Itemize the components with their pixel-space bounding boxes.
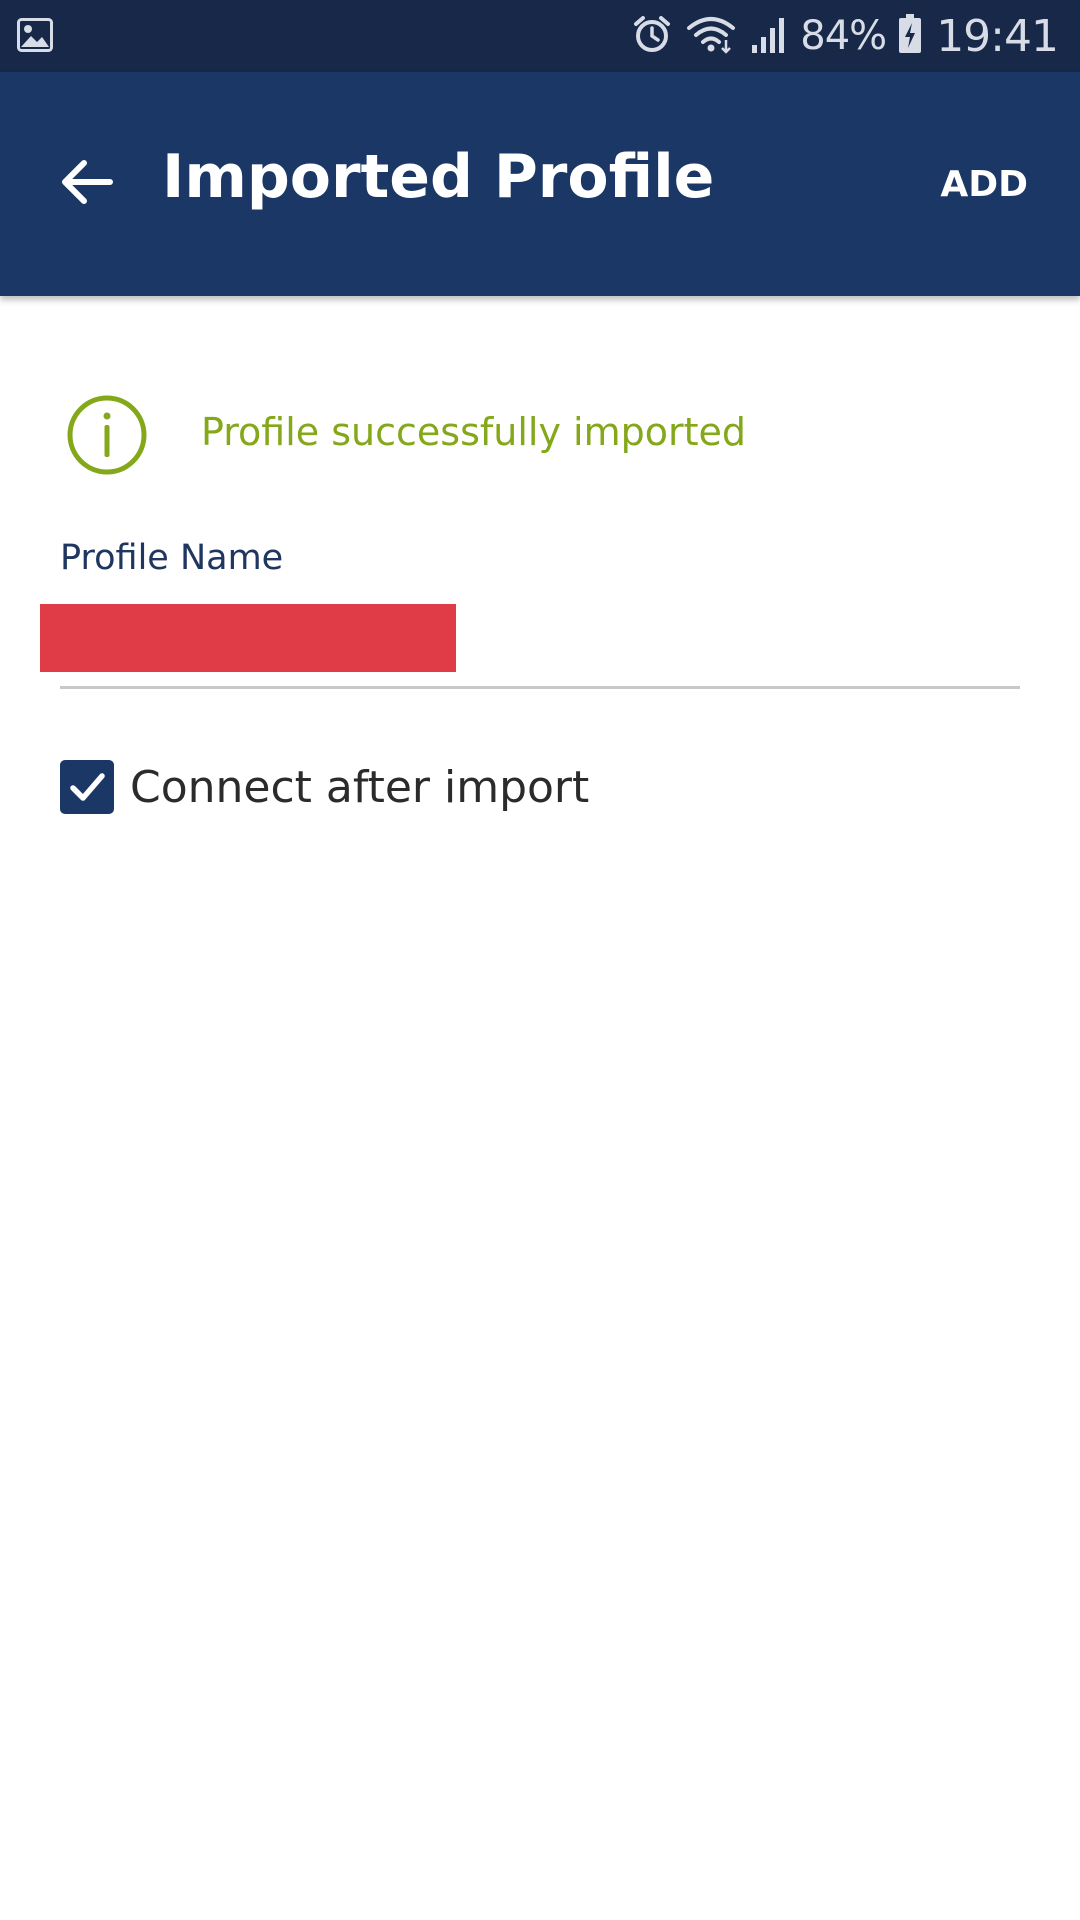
page-title: Imported Profile bbox=[162, 142, 715, 212]
alarm-icon bbox=[632, 14, 672, 58]
checkbox-checked-icon[interactable] bbox=[60, 760, 114, 814]
gallery-icon bbox=[17, 18, 53, 52]
screen: 84% 19:41 Imported Profile ADD Profile s… bbox=[0, 0, 1080, 1920]
wifi-icon bbox=[686, 14, 736, 58]
connect-after-import-label: Connect after import bbox=[130, 761, 590, 813]
profile-name-label: Profile Name bbox=[60, 538, 284, 578]
back-arrow-icon bbox=[58, 154, 114, 214]
back-button[interactable] bbox=[50, 148, 122, 220]
connect-after-import-checkbox[interactable]: Connect after import bbox=[60, 760, 589, 814]
success-notice bbox=[66, 394, 148, 476]
info-icon bbox=[66, 394, 148, 476]
battery-percent: 84% bbox=[800, 13, 887, 59]
success-message: Profile successfully imported bbox=[201, 410, 746, 454]
signal-icon bbox=[750, 15, 786, 57]
app-bar: Imported Profile ADD bbox=[0, 72, 1080, 296]
status-bar: 84% 19:41 bbox=[0, 0, 1080, 72]
clock: 19:41 bbox=[936, 10, 1059, 62]
battery-charging-icon bbox=[898, 14, 922, 58]
redacted-profile-name bbox=[40, 604, 456, 672]
status-icons: 84% 19:41 bbox=[632, 0, 1059, 72]
add-button[interactable]: ADD bbox=[940, 164, 1028, 205]
